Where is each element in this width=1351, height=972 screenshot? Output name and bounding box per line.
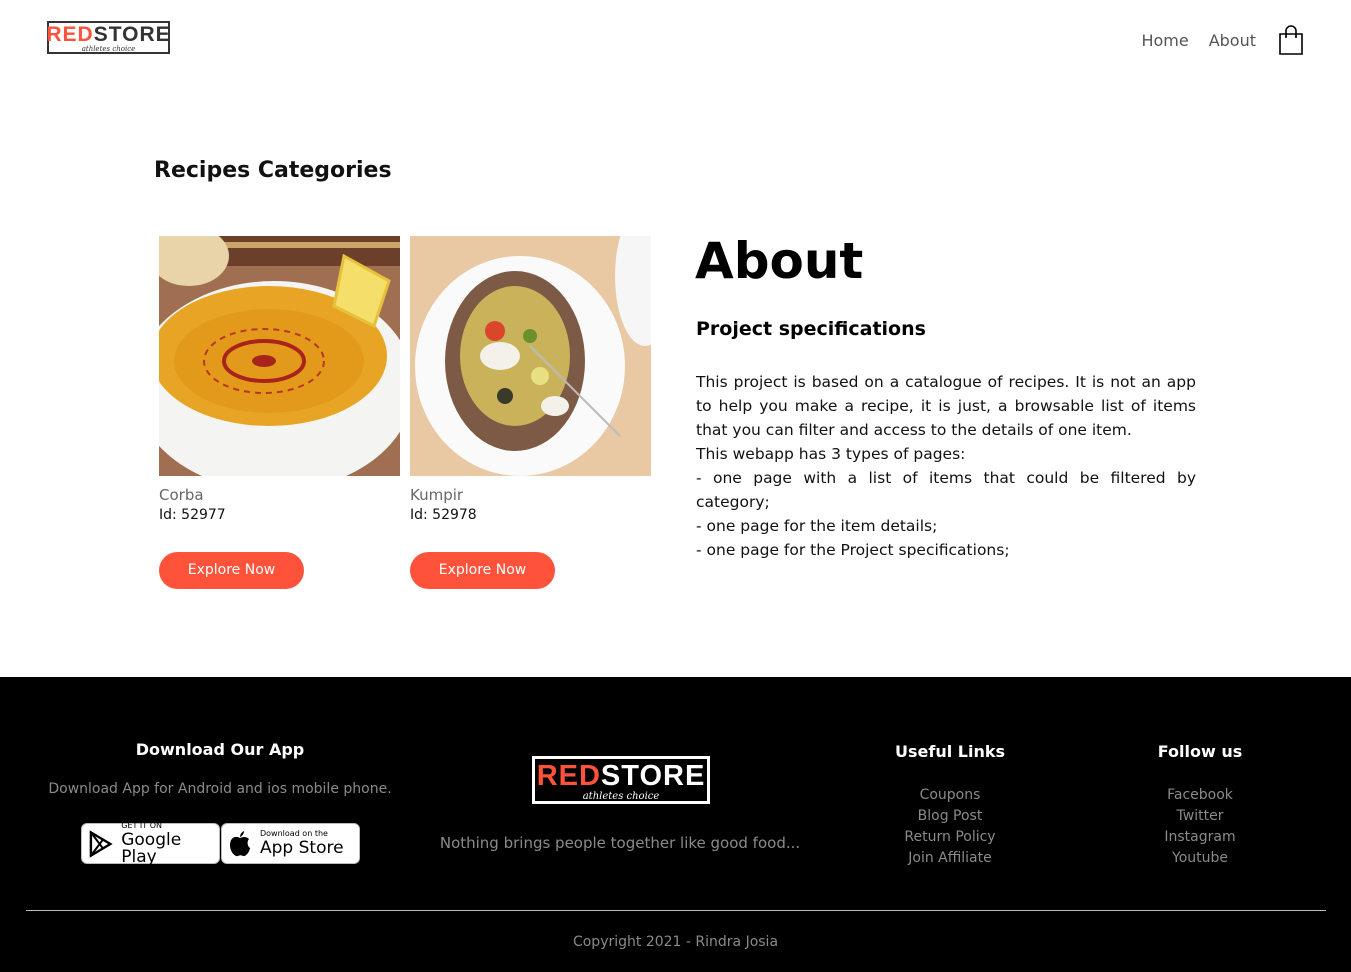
about-paragraph: - one page for the item details;	[696, 517, 938, 535]
download-text: Download App for Android and ios mobile …	[48, 781, 392, 797]
logo-tagline: athletes choice	[582, 791, 660, 802]
about-title: About	[695, 232, 864, 290]
useful-links-title: Useful Links	[894, 742, 1005, 761]
footer-follow-us: Follow us Facebook Twitter Instagram You…	[1100, 742, 1300, 869]
app-store-badge[interactable]: Download on the App Store	[221, 823, 360, 864]
download-title: Download Our App	[135, 740, 305, 759]
footer-link-blog-post[interactable]: Blog Post	[850, 806, 1050, 827]
footer-link-return-policy[interactable]: Return Policy	[850, 827, 1050, 848]
footer: Download Our App Download App for Androi…	[0, 677, 1351, 972]
about-subtitle: Project specifications	[696, 318, 926, 340]
about-paragraph: - one page for the Project specification…	[696, 541, 1010, 559]
copyright-text: Copyright 2021 - Rindra Josia	[572, 934, 779, 950]
follow-us-title: Follow us	[1157, 742, 1243, 761]
recipe-image-kumpir[interactable]	[410, 236, 651, 476]
footer-link-youtube[interactable]: Youtube	[1100, 848, 1300, 869]
apple-badge-big: App Store	[260, 838, 344, 858]
recipe-image-corba[interactable]	[159, 236, 400, 476]
logo-tagline: athletes choice	[81, 45, 136, 53]
footer-link-coupons[interactable]: Coupons	[850, 785, 1050, 806]
footer-download-col: Download Our App Download App for Androi…	[20, 740, 420, 797]
google-badge-small: GET IT ON	[121, 820, 162, 830]
footer-brand-col: Nothing brings people together like good…	[420, 834, 820, 852]
recipe-name: Kumpir	[410, 486, 464, 504]
google-play-badge[interactable]: GET IT ON Google Play	[81, 820, 220, 867]
explore-now-button[interactable]: Explore Now	[159, 552, 304, 589]
footer-link-instagram[interactable]: Instagram	[1100, 827, 1300, 848]
recipe-card: Corba Id: 52977 Explore Now	[159, 236, 400, 589]
footer-divider	[26, 910, 1326, 911]
explore-now-button[interactable]: Explore Now	[410, 552, 555, 589]
apple-badge-small: Download on the	[260, 829, 328, 838]
footer-link-join-affiliate[interactable]: Join Affiliate	[850, 848, 1050, 869]
about-paragraph: This project is based on a catalogue of …	[696, 373, 1196, 439]
brand-text: Nothing brings people together like good…	[439, 834, 801, 852]
footer-useful-links: Useful Links Coupons Blog Post Return Po…	[850, 742, 1050, 869]
google-badge-big: Google Play	[121, 829, 182, 867]
apple-icon	[230, 830, 250, 856]
footer-link-facebook[interactable]: Facebook	[1100, 785, 1300, 806]
section-title: Recipes Categories	[154, 158, 392, 183]
google-play-icon	[89, 829, 113, 858]
recipe-name: Corba	[159, 486, 204, 504]
shopping-bag-icon[interactable]	[1278, 24, 1304, 56]
recipe-id: Id: 52977	[159, 507, 226, 523]
main-nav: Home About	[1141, 31, 1256, 50]
recipe-id: Id: 52978	[410, 507, 477, 523]
about-paragraph: - one page with a list of items that cou…	[696, 469, 1196, 511]
about-description: This project is based on a catalogue of …	[696, 370, 1196, 562]
nav-about-link[interactable]: About	[1209, 31, 1256, 50]
recipe-card: Kumpir Id: 52978 Explore Now	[410, 236, 651, 589]
nav-home-link[interactable]: Home	[1141, 31, 1188, 50]
footer-link-twitter[interactable]: Twitter	[1100, 806, 1300, 827]
footer-brand-logo[interactable]: REDSTORE athletes choice	[532, 756, 710, 804]
about-paragraph: This webapp has 3 types of pages:	[696, 445, 966, 463]
brand-logo[interactable]: REDSTORE athletes choice	[46, 21, 170, 54]
